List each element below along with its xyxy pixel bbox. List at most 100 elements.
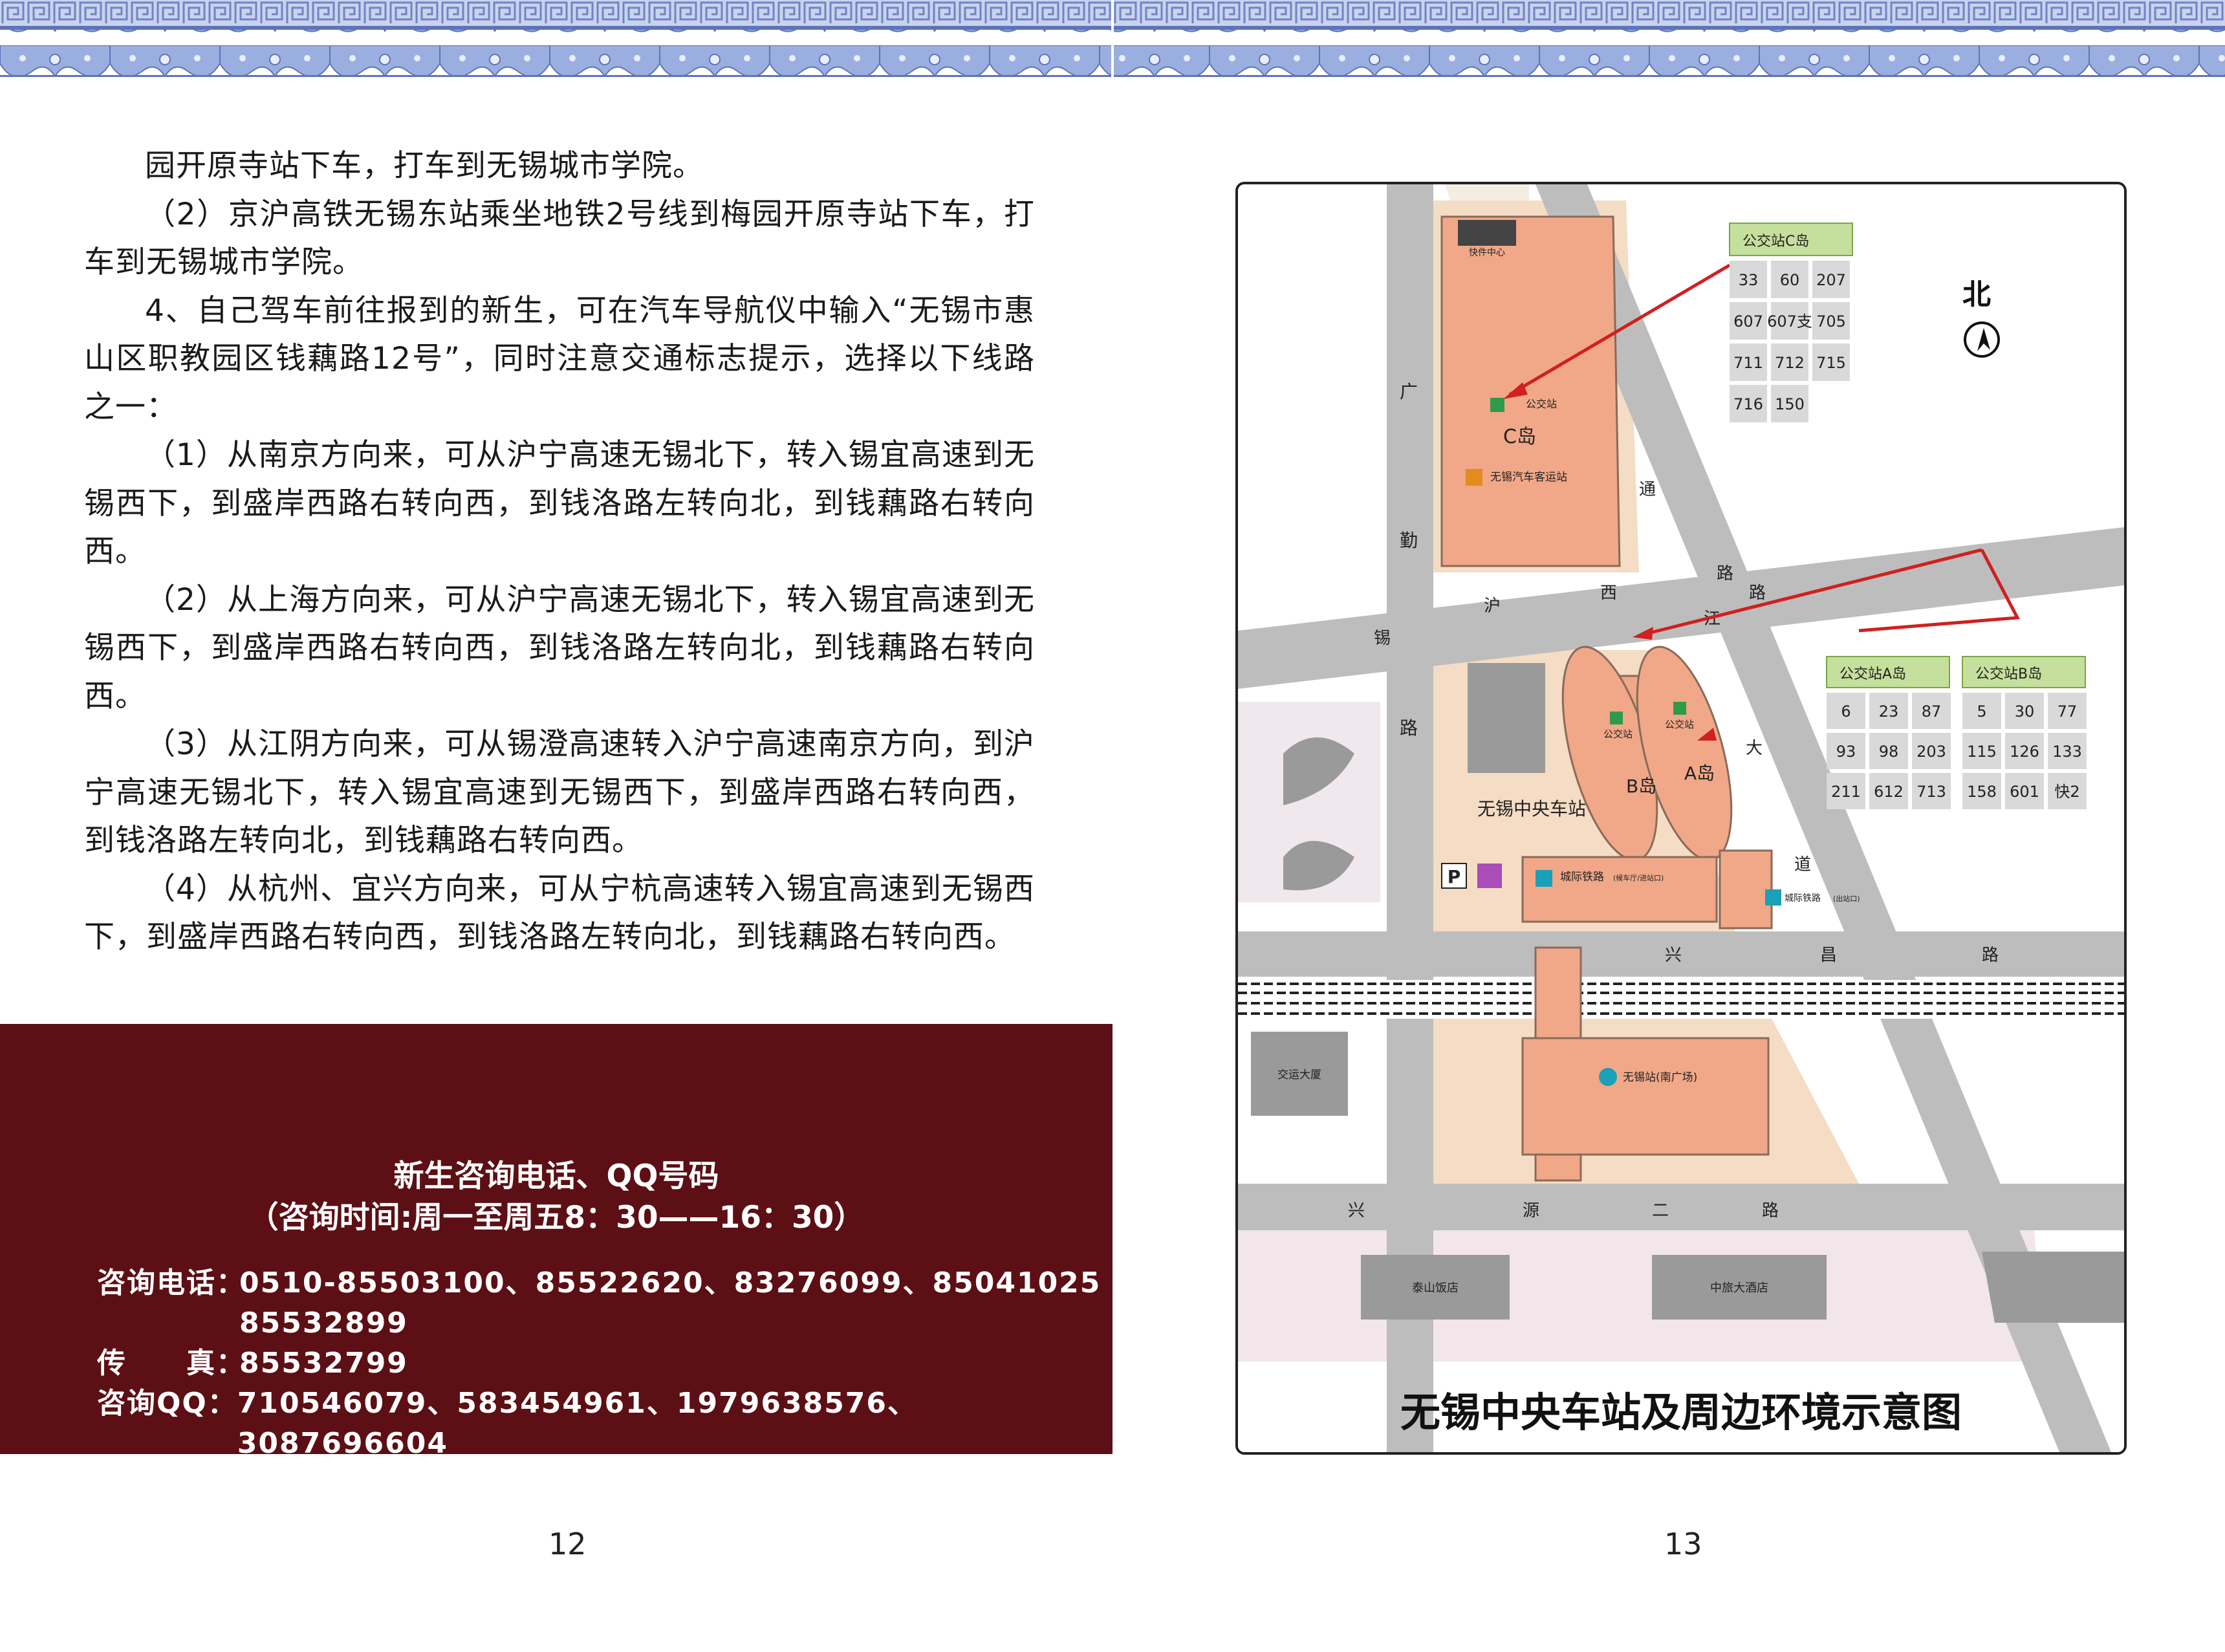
- bus-route-number: 203: [1916, 743, 1946, 761]
- road-label-xing2: 兴: [1348, 1201, 1365, 1221]
- map-canvas: 快件中心 公交站 C岛 无锡汽车客运站 公交站 公交站 B岛 A岛 无锡中央车站: [1238, 184, 2124, 1452]
- bus-route-number: 705: [1816, 312, 1846, 331]
- bus-route-number: 60: [1780, 271, 1800, 289]
- phone-value[interactable]: 0510-85503100、85522620、83276099、85041025: [239, 1263, 1101, 1303]
- bus-table-c: 公交站C岛: [1729, 223, 1853, 256]
- intercity-exit-note: (出站口): [1833, 894, 1860, 903]
- a-island-label: A岛: [1684, 763, 1715, 784]
- contact-list: 咨询电话： 0510-85503100、85522620、83276099、85…: [97, 1263, 1112, 1544]
- coach-station-label: 无锡汽车客运站: [1490, 471, 1567, 484]
- road-label-chang: 昌: [1820, 946, 1837, 965]
- brochure-spread: 园开原寺站下车，打车到无锡城市学院。 （2）京沪高铁无锡东站乘坐地铁2号线到梅园…: [0, 0, 2225, 1652]
- paragraph: （3）从江阴方向来，可从锡澄高速转入沪宁高速南京方向，到沪宁高速无锡北下，转入锡…: [84, 726, 1035, 858]
- bus-a-title: 公交站A岛: [1840, 666, 1906, 682]
- qq-row: 咨询QQ： 710546079、583454961、1979638576、308…: [97, 1384, 1112, 1464]
- paragraph: （2）从上海方向来，可从沪宁高速无锡北下，转入锡宜高速到无锡西下，到盛岸西路右转…: [84, 581, 1035, 714]
- web-row: 咨询网址： http://www.wxcu.edu.cn: [97, 1464, 1112, 1504]
- intercity-exit-label: 城际铁路: [1785, 893, 1821, 904]
- bus-route-number: 98: [1879, 743, 1899, 761]
- qq-value: 710546079、583454961、1979638576、308769660…: [237, 1387, 918, 1460]
- fax-label: 传 真：: [97, 1347, 246, 1380]
- road-label-er: 二: [1652, 1201, 1669, 1221]
- road-label-lu-xc: 路: [1982, 946, 1999, 965]
- bus-route-number: 607: [1733, 312, 1763, 331]
- north-label: 北: [1962, 278, 1991, 311]
- bus-route-number: 6: [1841, 702, 1851, 721]
- bus-table-a: 公交站A岛: [1826, 656, 1950, 688]
- intercity-label: 城际铁路: [1560, 871, 1604, 884]
- bus-route-number: 712: [1775, 354, 1805, 372]
- coach-station-block: [1440, 215, 1621, 567]
- road-label-hu: 沪: [1484, 596, 1501, 616]
- bus-station-label-c: 公交站: [1526, 398, 1557, 410]
- intercity-note: (候车厅/进站口): [1613, 873, 1664, 882]
- taishan-label: 泰山饭店: [1412, 1281, 1459, 1295]
- bus-route-number: 601: [2010, 783, 2039, 801]
- bus-route-number: 33: [1739, 271, 1759, 289]
- paragraph: （1）从南京方向来，可从沪宁高速无锡北下，转入锡宜高速到无锡西下，到盛岸西路右转…: [84, 437, 1035, 569]
- road-label-xi1: 锡: [1374, 629, 1391, 648]
- road-label-lu2: 路: [1717, 564, 1733, 583]
- bus-route-number: 211: [1831, 783, 1861, 801]
- road-label-lu-xy: 路: [1762, 1201, 1779, 1221]
- web-label: 咨询网址：: [97, 1467, 246, 1500]
- road-label-yuan: 源: [1523, 1201, 1539, 1221]
- bus-a-routes: 6 23 87 93 98 203 211 612 713: [1827, 693, 1951, 809]
- road-label-xing: 兴: [1665, 946, 1682, 965]
- bus-route-number: 150: [1775, 395, 1805, 413]
- page-number-left: 12: [548, 1527, 587, 1561]
- contact-box: 新生咨询电话、QQ号码 （咨询时间:周一至周五8：30——16：30） 咨询电话…: [0, 1024, 1112, 1540]
- parking-icon: P: [1448, 866, 1461, 887]
- bus-route-number: 715: [1816, 354, 1846, 372]
- b-island-label: B岛: [1626, 776, 1656, 797]
- c-island-label: C岛: [1503, 426, 1536, 448]
- page-number-right: 13: [1664, 1527, 1702, 1561]
- bus-table-b: 公交站B岛: [1962, 656, 2086, 688]
- fax-value: 85532799: [239, 1347, 408, 1380]
- road-label-guang: 广: [1400, 381, 1418, 402]
- website-link[interactable]: http://www.wxcu.edu.cn: [239, 1464, 656, 1504]
- bus-route-number: 207: [1816, 271, 1846, 289]
- map-caption: 无锡中央车站及周边环境示意图: [1400, 1389, 1962, 1436]
- paragraph: （4）从杭州、宜兴方向来，可从宁杭高速转入锡宜高速到无锡西下，到盛岸西路右转向西…: [84, 871, 1035, 955]
- railway-tracks: [1238, 980, 2124, 1019]
- bus-route-number: 93: [1836, 743, 1856, 761]
- email-label: 电子邮箱：: [97, 1507, 246, 1540]
- email-row: 电子邮箱： zsjy1214@wxcu.edu.cn: [97, 1504, 1112, 1544]
- bus-route-number: 87: [1922, 702, 1942, 721]
- paragraph: 园开原寺站下车，打车到无锡城市学院。: [145, 148, 704, 184]
- central-station-label: 无锡中央车站: [1477, 798, 1586, 820]
- road-label-lu-tong: 路: [1749, 583, 1766, 603]
- bus-route-number: 713: [1916, 783, 1946, 801]
- contact-hours: （咨询时间:周一至周五8：30——16：30）: [248, 1200, 865, 1235]
- fax-row: 传 真： 85532799: [97, 1343, 1112, 1384]
- phone-label: 咨询电话：: [97, 1266, 246, 1299]
- bus-route-number: 5: [1977, 702, 1986, 721]
- bus-route-number: 133: [2052, 743, 2082, 761]
- express-center-label: 快件中心: [1469, 248, 1505, 258]
- road-xingyuan2: [1238, 1184, 2124, 1230]
- road-label-lu1: 路: [1400, 717, 1418, 739]
- bus-route-number: 115: [1967, 743, 1997, 761]
- bus-route-number: 612: [1874, 783, 1904, 801]
- bus-route-number: 23: [1879, 702, 1899, 721]
- road-label-qin: 勤: [1400, 530, 1418, 551]
- paragraph: （2）京沪高铁无锡东站乘坐地铁2号线到梅园开原寺站下车，打车到无锡城市学院。: [84, 196, 1035, 281]
- road-label-xi2: 西: [1600, 583, 1617, 603]
- bus-route-number: 126: [2010, 743, 2039, 761]
- bus-route-number: 30: [2015, 702, 2035, 721]
- phone-row-2: 85532899: [97, 1303, 1112, 1343]
- bus-b-title: 公交站B岛: [1975, 666, 2042, 682]
- bus-c-title: 公交站C岛: [1742, 234, 1809, 250]
- decorative-border: [0, 0, 2225, 97]
- bus-b-routes: 5 30 77 115 126 133 158 601 快2: [1962, 693, 2087, 809]
- bus-route-number: 快2: [2054, 783, 2079, 801]
- bus-route-number: 77: [2057, 702, 2078, 721]
- bus-station-label-b: 公交站: [1603, 728, 1633, 740]
- road-label-tong: 通: [1639, 480, 1656, 499]
- paragraph: 4、自己驾车前往报到的新生，可在汽车导航仪中输入“无锡市惠山区职教园区钱藕路12…: [84, 292, 1035, 425]
- qq-label: 咨询QQ：: [97, 1387, 237, 1420]
- station-map: 快件中心 公交站 C岛 无锡汽车客运站 公交站 公交站 B岛 A岛 无锡中央车站: [1235, 182, 2127, 1455]
- body-text: 园开原寺站下车，打车到无锡城市学院。 （2）京沪高铁无锡东站乘坐地铁2号线到梅园…: [84, 142, 1035, 962]
- phone-value-2[interactable]: 85532899: [239, 1303, 408, 1343]
